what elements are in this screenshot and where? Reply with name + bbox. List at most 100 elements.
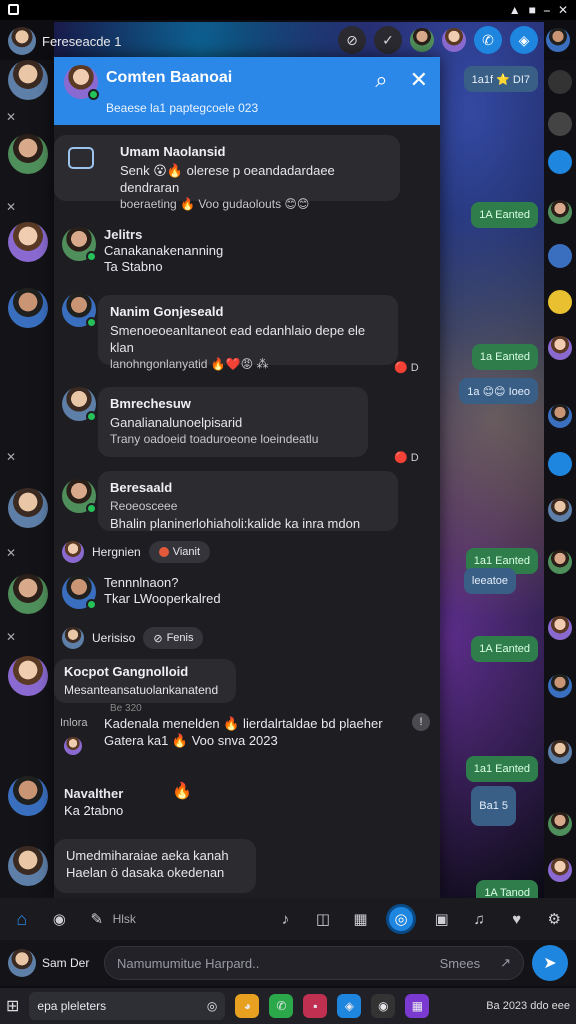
close-icon[interactable]: ✕: [6, 546, 16, 560]
avatar[interactable]: [548, 740, 572, 764]
close-icon[interactable]: ✕: [6, 630, 16, 644]
phone-icon[interactable]: [548, 112, 572, 136]
side-bubble: leeatoe: [463, 568, 516, 594]
bottom-toolbar: ⌂ ◉ ✎ Hlsk ♪ ◫ ▦ ◎ ▣ ♫ ♥ ⚙: [0, 898, 576, 940]
avatar[interactable]: [62, 575, 97, 610]
shield-icon[interactable]: ◈: [510, 26, 538, 54]
avatar[interactable]: [548, 498, 572, 522]
message-row[interactable]: Tennnlnaon? Tkar LWooperkalred: [62, 575, 221, 610]
app-icon[interactable]: ◉: [371, 994, 396, 1018]
message-row[interactable]: Hergnien Vianit: [62, 541, 211, 563]
home-icon[interactable]: ⌂: [10, 907, 34, 931]
composer: Sam Der Namumumitue Harpard.. Smees ↗ ➤: [0, 940, 576, 986]
close-icon[interactable]: ✕: [6, 450, 16, 464]
status-chip[interactable]: ⊘ Fenis: [143, 627, 204, 649]
audio-icon[interactable]: ♫: [467, 907, 491, 931]
mic-icon[interactable]: ♪: [274, 907, 298, 931]
app-icon[interactable]: ◕: [235, 994, 260, 1018]
avatar[interactable]: [8, 656, 48, 696]
taskbar-search[interactable]: epa pleleters ◎: [29, 992, 226, 1020]
gallery-icon[interactable]: ▦: [349, 907, 373, 931]
reaction[interactable]: 🔴 D: [394, 451, 419, 464]
menu-icon[interactable]: [548, 70, 572, 94]
avatar[interactable]: [8, 846, 48, 886]
message-bubble[interactable]: Umedmiharaiae aeka kanah Haelan ö dasaka…: [54, 839, 256, 893]
location-icon[interactable]: ◉: [48, 907, 72, 931]
close-icon[interactable]: ✕: [558, 3, 568, 17]
reaction[interactable]: 🔴 D: [394, 361, 419, 374]
app-icon[interactable]: ▦: [405, 994, 430, 1018]
avatar[interactable]: [442, 28, 466, 52]
chat-icon[interactable]: ◎: [386, 904, 416, 934]
message-bubble[interactable]: Beresaald Reoeosceee Bhalin planinerlohi…: [98, 471, 398, 531]
avatar[interactable]: [62, 227, 97, 262]
avatar[interactable]: [548, 550, 572, 574]
check-icon[interactable]: ✓: [374, 26, 402, 54]
avatar[interactable]: [548, 812, 572, 836]
message-bubble[interactable]: Nanim Gonjeseald Smenoeoeanltaneot ead e…: [98, 295, 398, 371]
avatar[interactable]: [546, 28, 570, 52]
message-input[interactable]: Namumumitue Harpard.. Smees ↗: [104, 946, 524, 980]
phone-icon[interactable]: ✆: [474, 26, 502, 54]
search-label[interactable]: Hlsk: [113, 912, 260, 926]
message-row[interactable]: Jelitrs Canakanakenanning Ta Stabno: [62, 227, 223, 275]
globe-icon[interactable]: [548, 452, 572, 476]
app-icon[interactable]: ✆: [269, 994, 294, 1018]
app-icon[interactable]: ◈: [337, 994, 362, 1018]
avatar[interactable]: [548, 200, 572, 224]
info-icon[interactable]: !: [412, 713, 430, 731]
message-text: Tkar LWooperkalred: [104, 591, 221, 606]
message-text: Canakanakenanning: [104, 243, 224, 258]
start-icon[interactable]: ⊞: [6, 996, 19, 1016]
avatar[interactable]: [62, 541, 84, 563]
close-icon[interactable]: ✕: [410, 67, 428, 93]
avatar[interactable]: [62, 627, 84, 649]
avatar[interactable]: [64, 65, 99, 100]
close-icon[interactable]: ✕: [6, 200, 16, 214]
top-strip: Fereseacde 1 ⊘ ✓ ✆ ◈: [0, 22, 576, 60]
avatar[interactable]: [410, 28, 434, 52]
avatar[interactable]: [8, 776, 48, 816]
avatar[interactable]: [8, 949, 36, 977]
avatar[interactable]: [548, 674, 572, 698]
message-bubble[interactable]: Bmrechesuw Ganalianalunoelpisarid Trany …: [98, 387, 368, 457]
side-bubble: 1a1f ⭐ DI7: [463, 66, 538, 92]
message-row[interactable]: Navalther Ka 2tabno: [64, 785, 123, 819]
avatar[interactable]: [64, 737, 82, 755]
avatar[interactable]: [62, 387, 97, 422]
avatar[interactable]: [548, 858, 572, 882]
message-bubble[interactable]: Kocpot Gangnolloid Mesanteansatuolankana…: [54, 659, 236, 703]
avatar[interactable]: [8, 60, 48, 100]
avatar[interactable]: [8, 134, 48, 174]
message-row[interactable]: Uerisiso ⊘ Fenis: [62, 627, 204, 649]
thread-detail[interactable]: Kadenala menelden 🔥 lierdalrtaldae bd pl…: [104, 715, 404, 749]
search-icon[interactable]: ⌕: [375, 67, 387, 93]
avatar[interactable]: [548, 404, 572, 428]
message-bubble[interactable]: Umam Naolansid Senk 😮🔥 olerese p oeandad…: [54, 135, 400, 211]
minimize-icon[interactable]: ⎯: [544, 3, 550, 18]
slash-icon[interactable]: ⊘: [338, 26, 366, 54]
sticker-icon[interactable]: ▣: [430, 907, 454, 931]
avatar[interactable]: [8, 488, 48, 528]
avatar[interactable]: [8, 27, 36, 55]
avatar[interactable]: [62, 293, 97, 328]
avatar[interactable]: [8, 288, 48, 328]
avatar[interactable]: [548, 616, 572, 640]
globe-icon[interactable]: [548, 244, 572, 268]
close-icon[interactable]: ✕: [6, 110, 16, 124]
avatar[interactable]: [8, 574, 48, 614]
send-button[interactable]: ➤: [532, 945, 568, 981]
pen-icon[interactable]: ✎: [85, 907, 109, 931]
layers-icon[interactable]: [548, 150, 572, 174]
app-icon[interactable]: ▪: [303, 994, 328, 1018]
heart-icon[interactable]: ♥: [505, 907, 529, 931]
avatar[interactable]: [8, 222, 48, 262]
share-icon[interactable]: ⚙: [542, 907, 566, 931]
edit-icon[interactable]: ↗: [500, 955, 511, 971]
avatar[interactable]: [548, 336, 572, 360]
avatar[interactable]: [62, 479, 97, 514]
side-bubble: 1a Eanted: [471, 344, 538, 370]
emoji-icon[interactable]: [548, 290, 572, 314]
status-chip[interactable]: Vianit: [148, 541, 211, 563]
camera-icon[interactable]: ◫: [311, 907, 335, 931]
